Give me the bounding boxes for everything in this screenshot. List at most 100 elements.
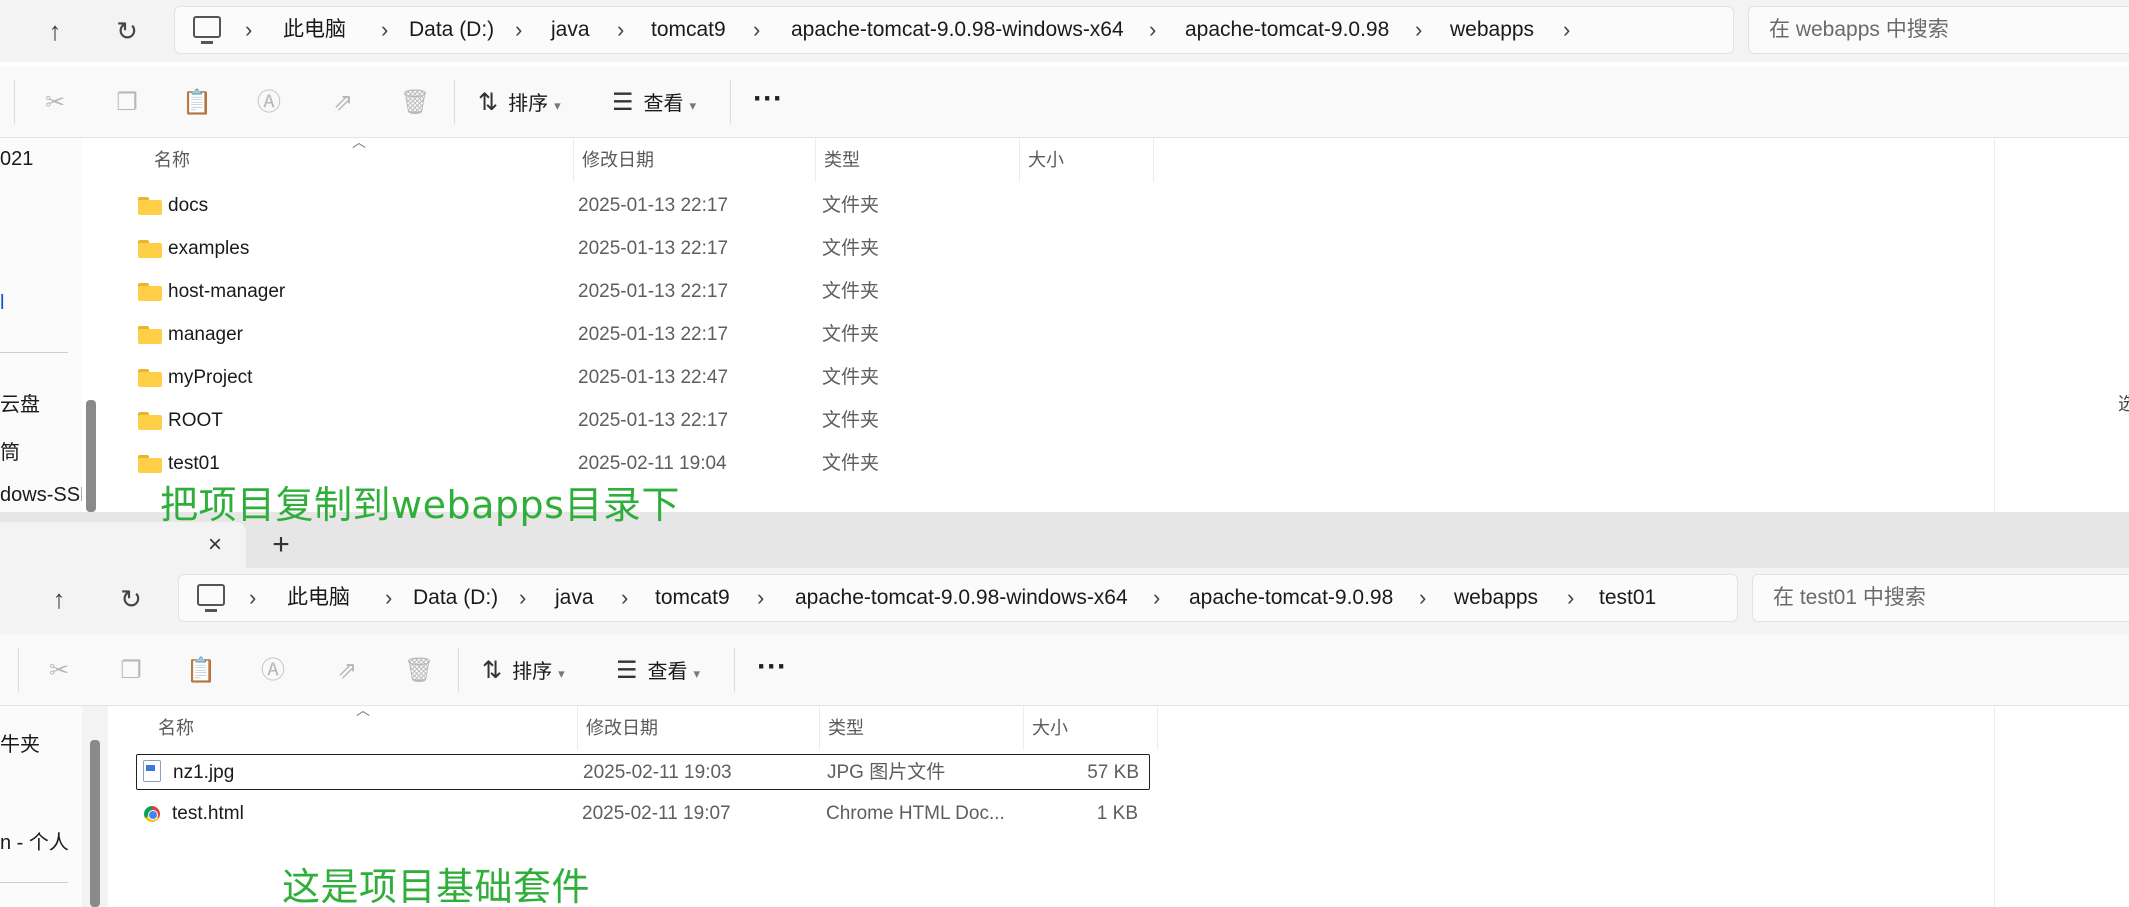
- details-pane-divider: [1994, 706, 1995, 907]
- nav-pane-scrollbar[interactable]: [86, 400, 96, 512]
- breadcrumb-tomcat9[interactable]: tomcat9: [651, 7, 726, 53]
- breadcrumb-chevron-icon[interactable]: ›: [1563, 7, 1570, 53]
- file-name: manager: [168, 324, 243, 345]
- file-row[interactable]: ROOT 2025-01-13 22:17 文件夹: [104, 401, 1154, 441]
- file-date: 2025-01-13 22:17: [578, 410, 729, 431]
- share-icon[interactable]: ⇗: [332, 656, 362, 686]
- breadcrumb-drive-d[interactable]: Data (D:): [413, 575, 498, 621]
- breadcrumb-this-pc[interactable]: 此电脑: [283, 7, 346, 53]
- breadcrumb-chevron-icon[interactable]: ›: [245, 7, 252, 53]
- file-name: myProject: [168, 367, 253, 388]
- breadcrumb-java[interactable]: java: [555, 575, 594, 621]
- file-row-selected[interactable]: nz1.jpg 2025-02-11 19:03 JPG 图片文件 57 KB: [136, 754, 1150, 790]
- breadcrumb-tomcat-windows-x64[interactable]: apache-tomcat-9.0.98-windows-x64: [795, 575, 1128, 621]
- column-header-type[interactable]: 类型: [816, 138, 1020, 182]
- column-header-date[interactable]: 修改日期: [578, 706, 820, 750]
- breadcrumb-chevron-icon[interactable]: ›: [757, 575, 764, 621]
- breadcrumb-chevron-icon[interactable]: ›: [1567, 575, 1574, 621]
- up-arrow-icon[interactable]: ↑: [38, 14, 72, 48]
- search-placeholder: 在 webapps 中搜索: [1769, 18, 1949, 41]
- chevron-down-icon: ▾: [693, 666, 701, 681]
- breadcrumb-chevron-icon[interactable]: ›: [621, 575, 628, 621]
- column-header-size[interactable]: 大小: [1024, 706, 1158, 750]
- file-name: host-manager: [168, 281, 286, 302]
- breadcrumb-chevron-icon[interactable]: ›: [385, 575, 392, 621]
- breadcrumb-drive-d[interactable]: Data (D:): [409, 7, 494, 53]
- nav-pane-item[interactable]: 021: [0, 148, 33, 171]
- refresh-icon[interactable]: ↻: [110, 14, 144, 48]
- sort-button[interactable]: ⇅ 排序 ▾: [482, 654, 565, 688]
- folder-icon: [138, 326, 162, 344]
- breadcrumb-webapps[interactable]: webapps: [1454, 575, 1538, 621]
- nav-pane-divider: [0, 352, 68, 353]
- nav-pane-item[interactable]: n - 个人: [0, 826, 69, 855]
- cut-icon[interactable]: ✂: [44, 656, 74, 686]
- file-type: 文件夹: [822, 324, 880, 345]
- breadcrumb-this-pc[interactable]: 此电脑: [287, 575, 350, 621]
- nav-pane-item[interactable]: 筒: [0, 436, 20, 465]
- file-row[interactable]: host-manager 2025-01-13 22:17 文件夹: [104, 272, 1154, 312]
- file-date: 2025-01-13 22:17: [578, 324, 729, 345]
- bottom-search-box[interactable]: 在 test01 中搜索: [1752, 574, 2129, 622]
- breadcrumb-tomcat[interactable]: apache-tomcat-9.0.98: [1185, 7, 1389, 53]
- breadcrumb-chevron-icon[interactable]: ›: [519, 575, 526, 621]
- breadcrumb-chevron-icon[interactable]: ›: [753, 7, 760, 53]
- file-type: Chrome HTML Doc...: [826, 803, 1005, 824]
- file-row[interactable]: docs 2025-01-13 22:17 文件夹: [104, 186, 1154, 226]
- breadcrumb-tomcat9[interactable]: tomcat9: [655, 575, 730, 621]
- file-row[interactable]: test.html 2025-02-11 19:07 Chrome HTML D…: [136, 794, 1150, 834]
- nav-pane-item[interactable]: 牛夹: [0, 728, 40, 757]
- delete-icon[interactable]: 🗑: [404, 656, 434, 686]
- close-icon[interactable]: ×: [200, 530, 230, 560]
- file-row[interactable]: examples 2025-01-13 22:17 文件夹: [104, 229, 1154, 269]
- file-name: ROOT: [168, 410, 223, 431]
- breadcrumb-chevron-icon[interactable]: ›: [381, 7, 388, 53]
- breadcrumb-chevron-icon[interactable]: ›: [515, 7, 522, 53]
- column-header-type[interactable]: 类型: [820, 706, 1024, 750]
- file-row[interactable]: manager 2025-01-13 22:17 文件夹: [104, 315, 1154, 355]
- view-list-icon: ☰: [612, 89, 634, 116]
- up-arrow-icon[interactable]: ↑: [42, 582, 76, 616]
- new-tab-button[interactable]: +: [266, 530, 296, 560]
- bottom-address-bar[interactable]: › 此电脑 › Data (D:) › java › tomcat9 › apa…: [178, 574, 1738, 622]
- file-type: 文件夹: [822, 453, 880, 474]
- top-search-box[interactable]: 在 webapps 中搜索: [1748, 6, 2129, 54]
- nav-pane-item[interactable]: 云盘: [0, 388, 40, 417]
- rename-icon[interactable]: Ⓐ: [254, 88, 284, 118]
- refresh-icon[interactable]: ↻: [114, 582, 148, 616]
- column-header-size[interactable]: 大小: [1020, 138, 1154, 182]
- nav-pane-item[interactable]: dows-SSD: [0, 484, 82, 507]
- sort-icon: ⇅: [482, 657, 503, 684]
- breadcrumb-chevron-icon[interactable]: ›: [1415, 7, 1422, 53]
- breadcrumb-chevron-icon[interactable]: ›: [1153, 575, 1160, 621]
- paste-icon[interactable]: 📋: [182, 88, 212, 118]
- rename-icon[interactable]: Ⓐ: [258, 656, 288, 686]
- breadcrumb-chevron-icon[interactable]: ›: [1419, 575, 1426, 621]
- delete-icon[interactable]: 🗑: [400, 88, 430, 118]
- file-date: 2025-02-11 19:07: [582, 803, 731, 824]
- copy-icon[interactable]: ❐: [116, 656, 146, 686]
- file-row[interactable]: myProject 2025-01-13 22:47 文件夹: [104, 358, 1154, 398]
- breadcrumb-chevron-icon[interactable]: ›: [249, 575, 256, 621]
- breadcrumb-test01[interactable]: test01: [1599, 575, 1656, 621]
- more-options-button[interactable]: ···: [748, 82, 788, 122]
- breadcrumb-java[interactable]: java: [551, 7, 590, 53]
- view-button[interactable]: ☰ 查看 ▾: [612, 86, 696, 120]
- paste-icon[interactable]: 📋: [186, 656, 216, 686]
- cut-icon[interactable]: ✂: [40, 88, 70, 118]
- nav-pane-item[interactable]: l: [0, 292, 4, 315]
- breadcrumb-tomcat-windows-x64[interactable]: apache-tomcat-9.0.98-windows-x64: [791, 7, 1124, 53]
- view-label: 查看: [647, 661, 688, 683]
- column-header-date[interactable]: 修改日期: [574, 138, 816, 182]
- more-options-button[interactable]: ···: [752, 650, 792, 690]
- sort-button[interactable]: ⇅ 排序 ▾: [478, 86, 561, 120]
- breadcrumb-chevron-icon[interactable]: ›: [617, 7, 624, 53]
- view-button[interactable]: ☰ 查看 ▾: [616, 654, 700, 688]
- copy-icon[interactable]: ❐: [112, 88, 142, 118]
- breadcrumb-chevron-icon[interactable]: ›: [1149, 7, 1156, 53]
- breadcrumb-webapps[interactable]: webapps: [1450, 7, 1534, 53]
- nav-pane-scrollbar[interactable]: [90, 740, 100, 907]
- share-icon[interactable]: ⇗: [328, 88, 358, 118]
- breadcrumb-tomcat[interactable]: apache-tomcat-9.0.98: [1189, 575, 1393, 621]
- top-address-bar[interactable]: › 此电脑 › Data (D:) › java › tomcat9 › apa…: [174, 6, 1734, 54]
